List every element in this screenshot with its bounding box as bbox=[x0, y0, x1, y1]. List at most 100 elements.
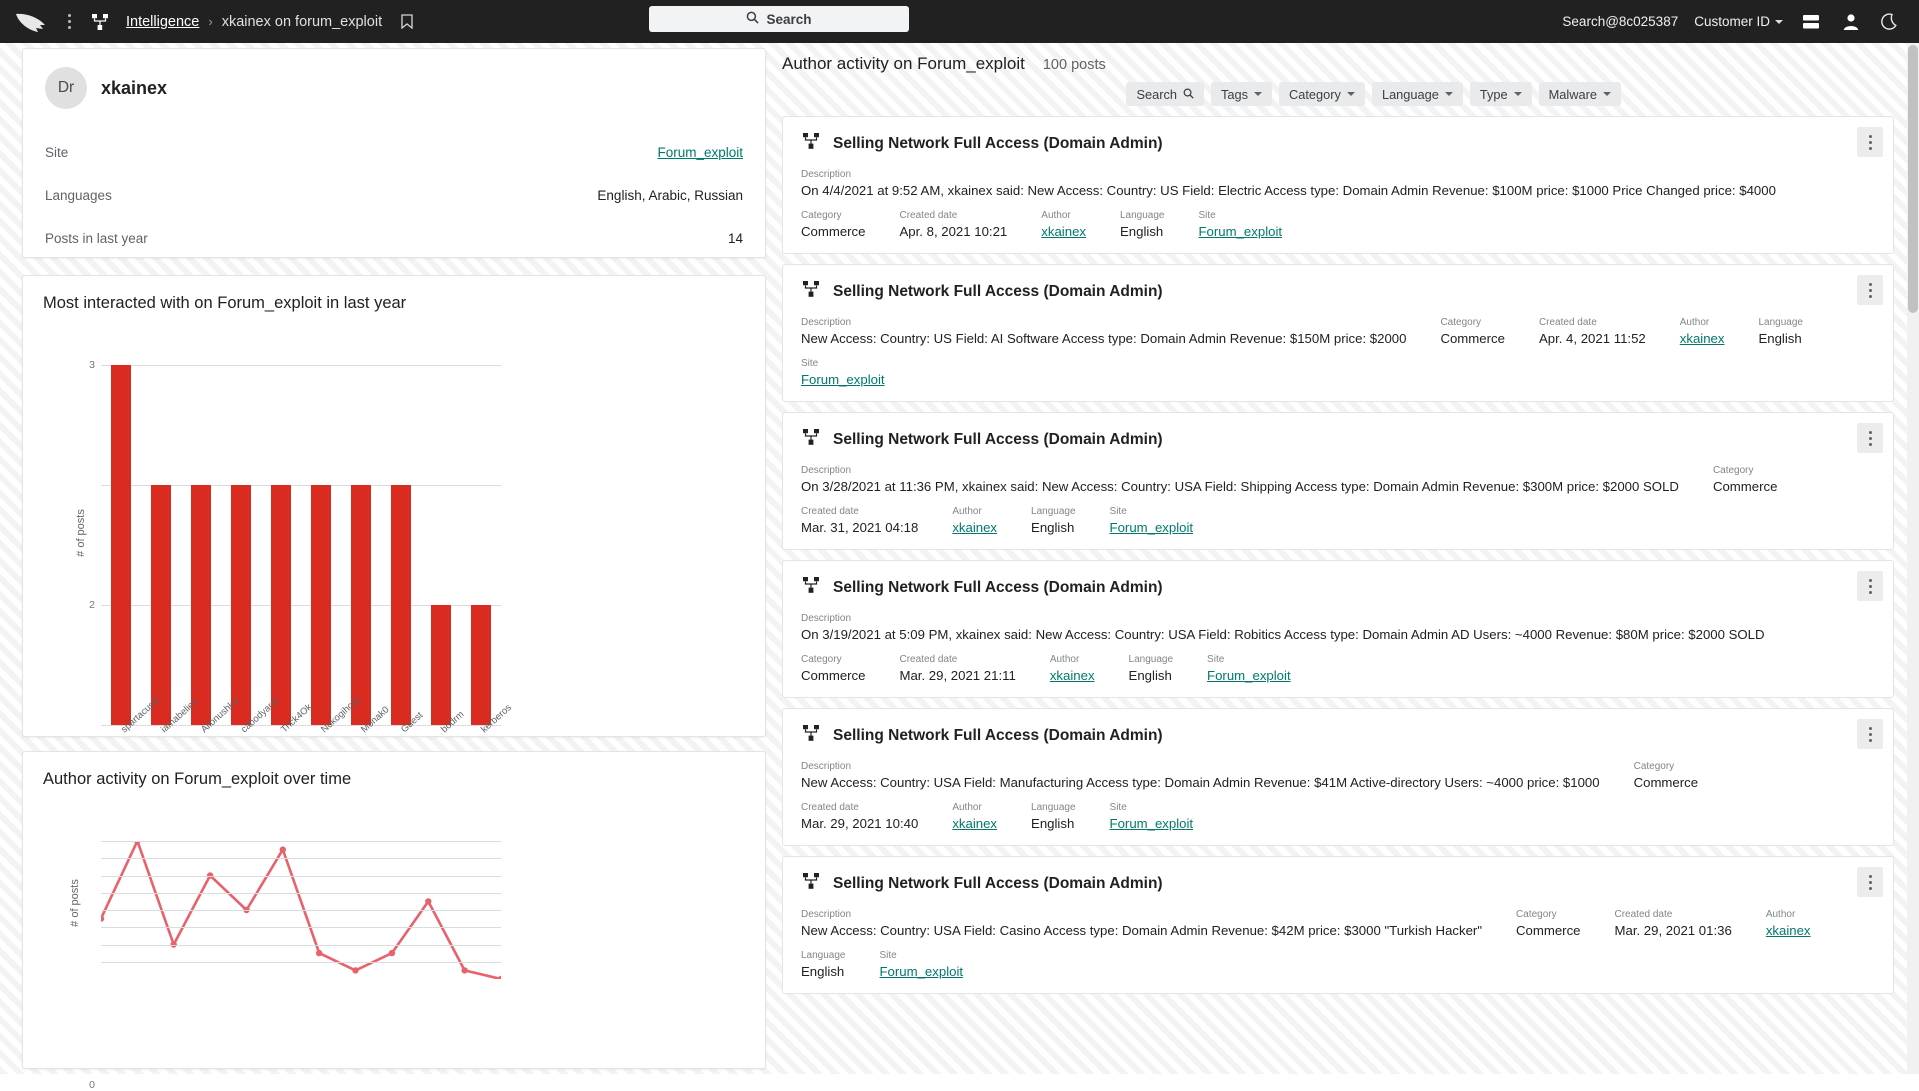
result-field-label: Category bbox=[1712, 465, 1754, 476]
site-link[interactable]: Forum_exploit bbox=[1207, 668, 1291, 683]
result-field-value[interactable]: Forum_exploit bbox=[1110, 520, 1194, 535]
line-chart-point[interactable] bbox=[352, 967, 359, 974]
result-field-value[interactable]: Forum_exploit bbox=[880, 964, 964, 979]
feather-logo-icon[interactable] bbox=[14, 9, 54, 35]
result-field-value[interactable]: xkainex bbox=[952, 520, 997, 535]
result-card-title[interactable]: Selling Network Full Access (Domain Admi… bbox=[833, 727, 1163, 745]
bar-chart-bar[interactable] bbox=[111, 365, 131, 725]
profile-row: Posts in last year 14 bbox=[45, 231, 743, 246]
breadcrumb-root-link[interactable]: Intelligence bbox=[126, 14, 199, 30]
more-vertical-icon[interactable] bbox=[1857, 423, 1883, 453]
customer-id-dropdown[interactable]: Customer ID bbox=[1694, 14, 1783, 29]
bookmark-icon[interactable] bbox=[401, 14, 413, 29]
result-card-title[interactable]: Selling Network Full Access (Domain Admi… bbox=[833, 875, 1163, 893]
result-field-value[interactable]: xkainex bbox=[952, 816, 997, 831]
result-card[interactable]: Selling Network Full Access (Domain Admi… bbox=[782, 412, 1894, 550]
app-grid-icon[interactable] bbox=[60, 14, 78, 29]
bar-chart-bar[interactable] bbox=[431, 605, 451, 725]
layers-icon[interactable] bbox=[1799, 10, 1823, 34]
result-card-title[interactable]: Selling Network Full Access (Domain Admi… bbox=[833, 135, 1163, 153]
result-card-field-row: Description On 3/19/2021 at 5:09 PM, xkai… bbox=[801, 613, 1877, 642]
result-field-site: Site Forum_exploit bbox=[801, 358, 885, 387]
more-vertical-icon[interactable] bbox=[1857, 571, 1883, 601]
result-field-value: English bbox=[1128, 668, 1172, 683]
line-chart-point[interactable] bbox=[279, 846, 286, 853]
result-card-title[interactable]: Selling Network Full Access (Domain Admi… bbox=[833, 283, 1163, 301]
author-link[interactable]: xkainex bbox=[952, 520, 997, 535]
result-field-value: Commerce bbox=[1633, 775, 1699, 790]
line-chart-point[interactable] bbox=[497, 975, 501, 979]
result-field-language: Language English bbox=[1031, 506, 1076, 535]
scrollbar-thumb[interactable] bbox=[1908, 45, 1918, 313]
bar-chart-bar[interactable] bbox=[151, 485, 171, 725]
result-field-label: Author bbox=[1679, 317, 1710, 328]
bar-chart-bar[interactable] bbox=[471, 605, 491, 725]
moon-icon[interactable] bbox=[1879, 10, 1903, 34]
result-field-value[interactable]: xkainex bbox=[1041, 224, 1086, 239]
result-field-value[interactable]: xkainex bbox=[1766, 923, 1811, 938]
bar-chart-bar[interactable] bbox=[231, 485, 251, 725]
bar-chart-bar[interactable] bbox=[191, 485, 211, 725]
filter-chip-search[interactable]: Search bbox=[1126, 82, 1204, 106]
result-field-language: Language English bbox=[1120, 210, 1165, 239]
result-field-language: Language English bbox=[801, 950, 846, 979]
author-link[interactable]: xkainex bbox=[1680, 331, 1725, 346]
site-link[interactable]: Forum_exploit bbox=[880, 964, 964, 979]
filter-chip-tags[interactable]: Tags bbox=[1210, 82, 1273, 106]
result-field-value[interactable]: Forum_exploit bbox=[1199, 224, 1283, 239]
result-card[interactable]: Selling Network Full Access (Domain Admi… bbox=[782, 560, 1894, 698]
filter-chip-type[interactable]: Type bbox=[1469, 82, 1532, 106]
person-icon[interactable] bbox=[1839, 10, 1863, 34]
author-link[interactable]: xkainex bbox=[1041, 224, 1086, 239]
result-field-value[interactable]: Forum_exploit bbox=[1207, 668, 1291, 683]
site-link[interactable]: Forum_exploit bbox=[1199, 224, 1283, 239]
network-node-icon[interactable] bbox=[86, 9, 114, 35]
author-link[interactable]: xkainex bbox=[1766, 923, 1811, 938]
profile-row-value[interactable]: Forum_exploit bbox=[657, 145, 743, 160]
result-card-title[interactable]: Selling Network Full Access (Domain Admi… bbox=[833, 579, 1163, 597]
more-vertical-icon[interactable] bbox=[1857, 127, 1883, 157]
account-label[interactable]: Search@8c025387 bbox=[1562, 14, 1678, 29]
result-field-value[interactable]: Forum_exploit bbox=[1110, 816, 1194, 831]
line-chart-point[interactable] bbox=[461, 967, 468, 974]
filter-bar: Search Tags Category Language Type Malware bbox=[782, 82, 1907, 106]
line-chart-point[interactable] bbox=[101, 915, 105, 922]
result-card-title[interactable]: Selling Network Full Access (Domain Admi… bbox=[833, 431, 1163, 449]
line-chart-point[interactable] bbox=[425, 898, 432, 905]
result-card[interactable]: Selling Network Full Access (Domain Admi… bbox=[782, 116, 1894, 254]
result-field-label: Category bbox=[1633, 761, 1675, 772]
result-card-field-row: Description New Access: Country: US Field… bbox=[801, 317, 1877, 346]
result-field-value[interactable]: xkainex bbox=[1050, 668, 1095, 683]
bar-chart-bar[interactable] bbox=[391, 485, 411, 725]
author-link[interactable]: xkainex bbox=[1050, 668, 1095, 683]
result-card[interactable]: Selling Network Full Access (Domain Admi… bbox=[782, 856, 1894, 994]
result-field-value[interactable]: Forum_exploit bbox=[801, 372, 885, 387]
line-chart-point[interactable] bbox=[316, 949, 323, 957]
bar-chart-bar[interactable] bbox=[351, 485, 371, 725]
result-card[interactable]: Selling Network Full Access (Domain Admi… bbox=[782, 708, 1894, 846]
filter-chip-malware[interactable]: Malware bbox=[1538, 82, 1621, 106]
page-scrollbar[interactable] bbox=[1907, 43, 1919, 1074]
network-node-icon bbox=[801, 427, 821, 452]
site-link[interactable]: Forum_exploit bbox=[1110, 520, 1194, 535]
result-card[interactable]: Selling Network Full Access (Domain Admi… bbox=[782, 264, 1894, 402]
site-link[interactable]: Forum_exploit bbox=[657, 145, 743, 160]
more-vertical-icon[interactable] bbox=[1857, 719, 1883, 749]
more-vertical-icon[interactable] bbox=[1857, 275, 1883, 305]
bar-chart-bar[interactable] bbox=[271, 485, 291, 725]
network-node-icon bbox=[801, 871, 821, 896]
result-field-value[interactable]: xkainex bbox=[1680, 331, 1725, 346]
filter-chip-category[interactable]: Category bbox=[1279, 82, 1365, 106]
site-link[interactable]: Forum_exploit bbox=[801, 372, 885, 387]
result-field-value: Commerce bbox=[1516, 923, 1581, 938]
result-card-field-row: Description New Access: Country: USA Fiel… bbox=[801, 761, 1877, 790]
site-link[interactable]: Forum_exploit bbox=[1110, 816, 1194, 831]
bar-chart-bar[interactable] bbox=[311, 485, 331, 725]
result-card-header: Selling Network Full Access (Domain Admi… bbox=[801, 871, 1877, 896]
author-link[interactable]: xkainex bbox=[952, 816, 997, 831]
more-vertical-icon[interactable] bbox=[1857, 867, 1883, 897]
result-field-value: New Access: Country: USA Field: Casino A… bbox=[801, 923, 1483, 938]
global-search-box[interactable]: Search bbox=[649, 6, 909, 32]
line-chart-point[interactable] bbox=[388, 949, 396, 957]
filter-chip-language[interactable]: Language bbox=[1371, 82, 1463, 106]
